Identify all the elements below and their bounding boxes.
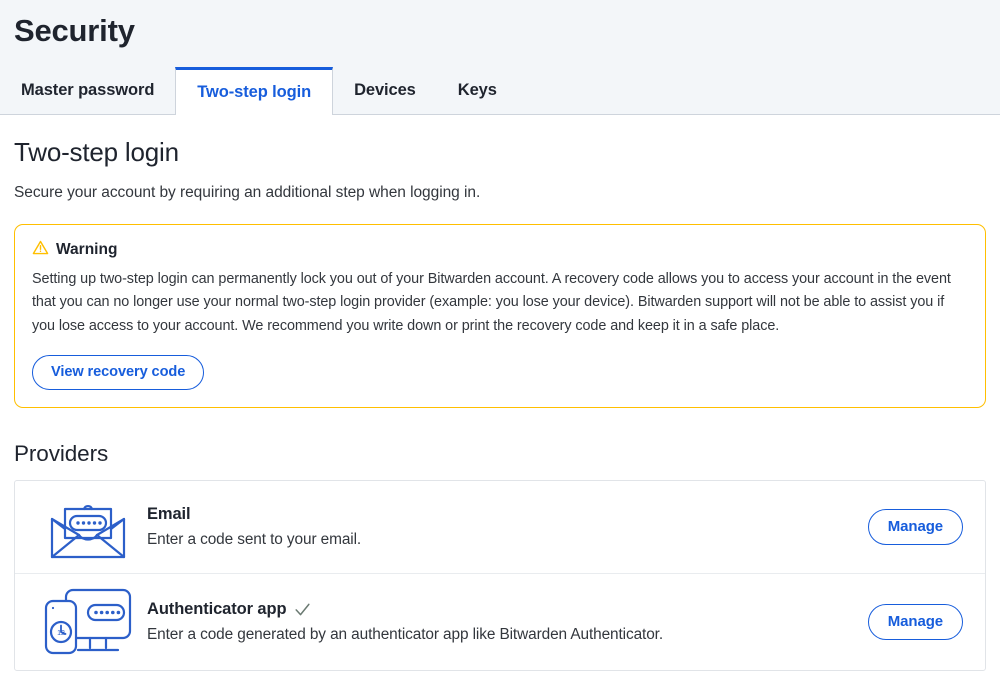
provider-name-email-wrapper: Email [147, 505, 854, 524]
providers-list: Email Enter a code sent to your email. M… [14, 480, 986, 672]
tab-two-step-login[interactable]: Two-step login [175, 67, 334, 116]
warning-body: Setting up two-step login can permanentl… [32, 271, 951, 334]
warning-triangle-icon [32, 239, 49, 261]
check-icon [293, 600, 312, 619]
provider-action-authenticator-app: Manage [867, 604, 969, 641]
provider-name-email: Email [147, 505, 191, 524]
warning-title: Warning [56, 241, 118, 259]
envelope-code-icon [29, 491, 147, 563]
provider-info-email: Email Enter a code sent to your email. [147, 505, 868, 549]
warning-callout-header: Warning [32, 239, 968, 261]
svg-text:12: 12 [57, 630, 65, 637]
manage-button-authenticator-app[interactable]: Manage [867, 604, 963, 641]
providers-heading: Providers [14, 441, 109, 467]
section-subheading: Secure your account by requiring an addi… [14, 184, 481, 202]
page-header: Security Master password Two-step login … [0, 0, 1000, 116]
page-title: Security [14, 13, 135, 48]
provider-info-authenticator-app: Authenticator app Enter a code generated… [147, 600, 868, 644]
monitor-phone-code-icon: 12 [29, 584, 147, 660]
main-content: Two-step login Secure your account by re… [0, 115, 1000, 672]
provider-description-authenticator-app: Enter a code generated by an authenticat… [147, 626, 664, 644]
warning-callout: Warning Setting up two-step login can pe… [14, 224, 986, 409]
manage-button-email[interactable]: Manage [867, 509, 963, 546]
section-heading: Two-step login [14, 137, 179, 168]
provider-row-email: Email Enter a code sent to your email. M… [15, 481, 985, 575]
provider-name-authenticator-app: Authenticator app [147, 600, 287, 619]
view-recovery-code-button[interactable]: View recovery code [32, 355, 205, 391]
provider-action-email: Manage [867, 509, 969, 546]
provider-description-email: Enter a code sent to your email. [147, 531, 362, 549]
tab-keys[interactable]: Keys [437, 67, 518, 114]
tab-bar: Master password Two-step login Devices K… [0, 67, 1000, 116]
tab-master-password[interactable]: Master password [0, 67, 175, 114]
provider-row-authenticator-app: 12 Authenticator app Enter a code genera… [15, 574, 985, 670]
tab-devices[interactable]: Devices [333, 67, 437, 114]
provider-name-authenticator-wrapper: Authenticator app [147, 600, 854, 619]
